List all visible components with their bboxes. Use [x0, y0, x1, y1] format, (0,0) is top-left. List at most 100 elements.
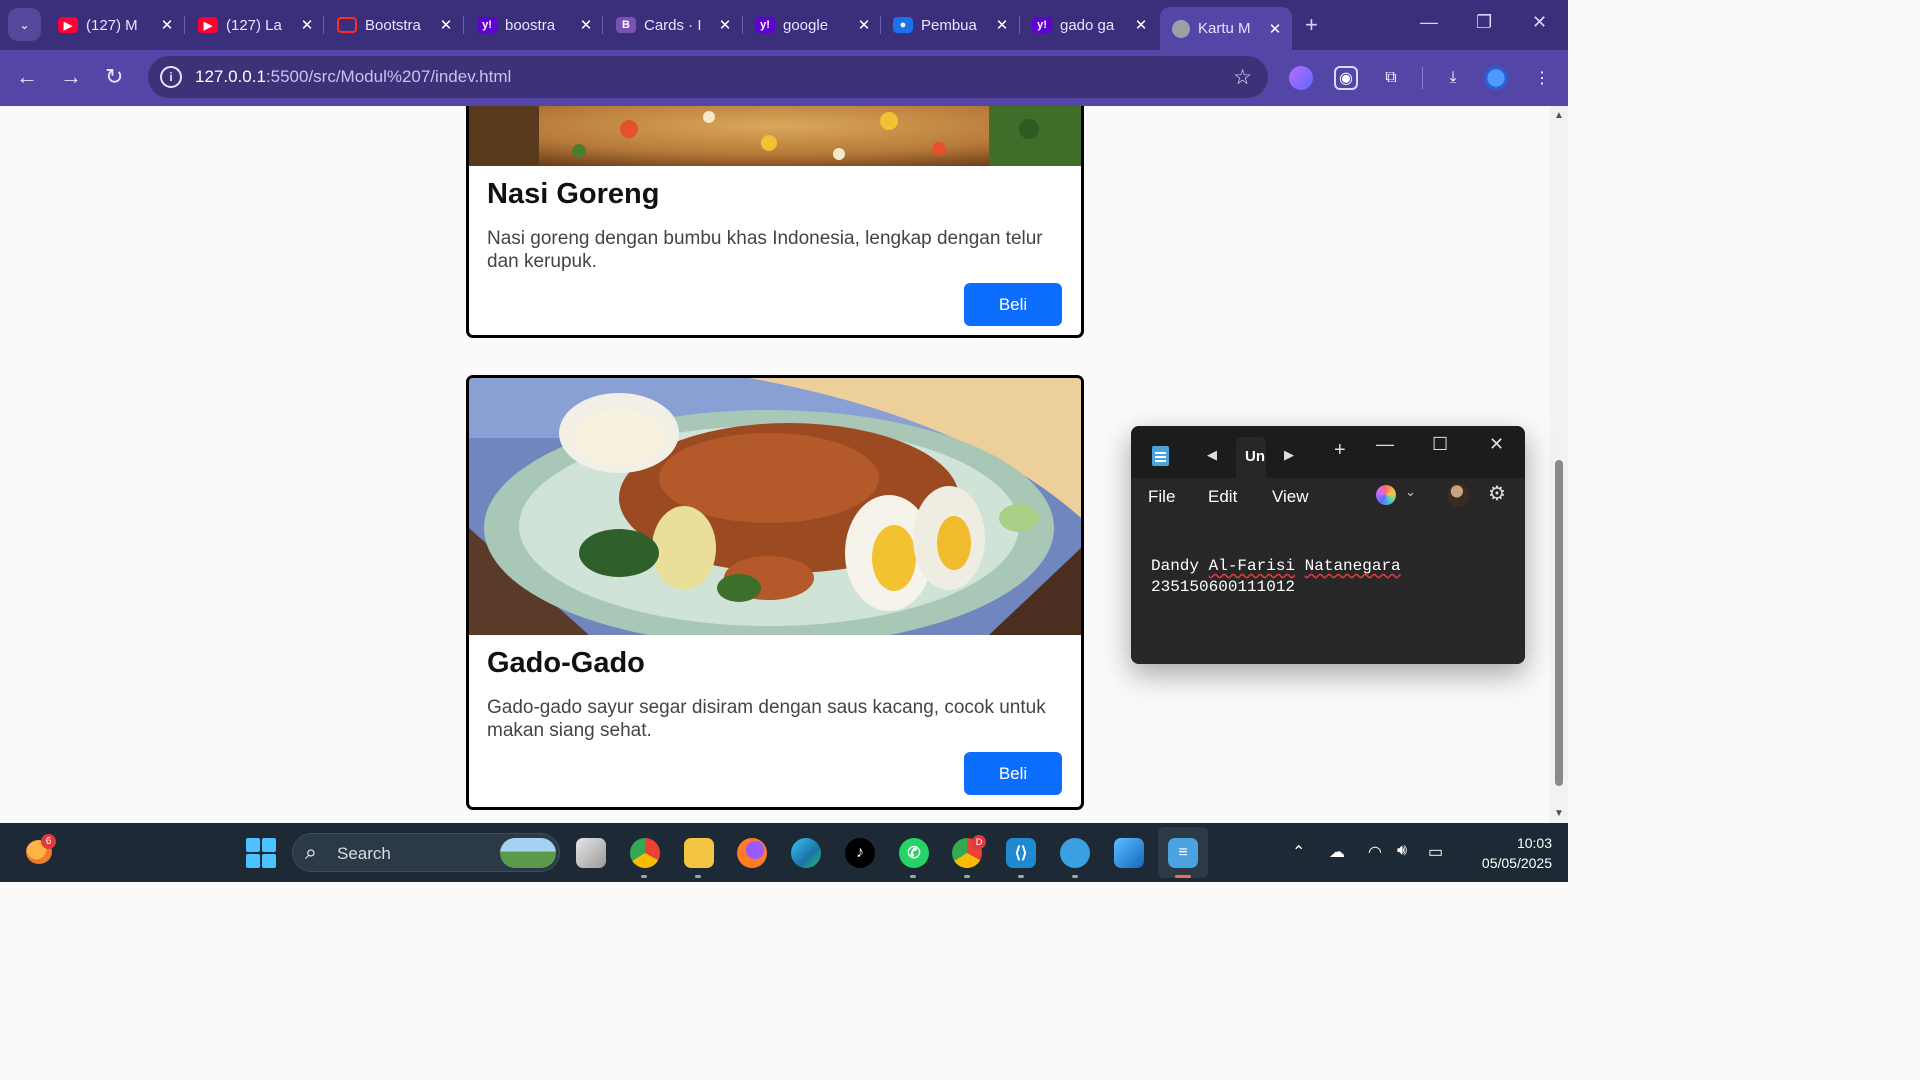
profile-avatar[interactable]	[1484, 66, 1508, 90]
search-icon: ⌕	[305, 841, 317, 864]
minimize-icon[interactable]: —	[1420, 12, 1438, 33]
volume-icon[interactable]: 🔊︎	[1397, 842, 1407, 860]
vscode-icon[interactable]: ⟨⟩	[1006, 838, 1036, 868]
browser-tab-active[interactable]: Kartu M ✕	[1160, 7, 1292, 50]
extensions-puzzle-icon[interactable]: ⧉	[1379, 66, 1403, 90]
screen-capture-icon[interactable]: ◉	[1334, 66, 1358, 90]
menu-view[interactable]: View	[1272, 487, 1309, 507]
reload-icon[interactable]: ↻	[105, 64, 123, 90]
app-icon[interactable]	[1060, 838, 1090, 868]
maximize-icon[interactable]: ☐	[1432, 434, 1448, 455]
browser-tab[interactable]: ● Pembua ✕	[881, 8, 1019, 42]
browser-tab[interactable]: y! boostra ✕	[465, 8, 603, 42]
scrollbar-thumb[interactable]	[1555, 460, 1563, 786]
page-scrollbar[interactable]: ▲ ▼	[1550, 106, 1568, 823]
tab-label: google	[783, 16, 829, 34]
browser-tab[interactable]: ▶ (127) M ✕	[46, 8, 184, 42]
notepad-tab[interactable]: Un	[1236, 437, 1266, 478]
close-window-icon[interactable]: ✕	[1532, 12, 1547, 33]
text-line: Dandy Al-Farisi Natanegara	[1151, 556, 1525, 577]
text-segment: Dandy	[1151, 557, 1209, 575]
laravel-icon	[337, 17, 357, 33]
browser-tab[interactable]: y! gado ga ✕	[1020, 8, 1158, 42]
taskbar-search-box[interactable]: ⌕ Search	[292, 833, 560, 872]
browser-tab[interactable]: B Cards · I ✕	[604, 8, 742, 42]
browser-tab[interactable]: ▶ (127) La ✕	[186, 8, 324, 42]
tab-separator	[602, 16, 603, 34]
close-tab-icon[interactable]: ✕	[298, 16, 316, 34]
task-view-icon[interactable]	[576, 838, 606, 868]
close-tab-icon[interactable]: ✕	[1132, 16, 1150, 34]
restore-icon[interactable]: ❐	[1476, 12, 1492, 33]
scroll-up-arrow-icon[interactable]: ▲	[1554, 110, 1564, 121]
onedrive-cloud-icon[interactable]: ☁	[1329, 842, 1345, 862]
whatsapp-icon[interactable]: ✆	[899, 838, 929, 868]
close-tab-icon[interactable]: ✕	[855, 16, 873, 34]
back-arrow-icon[interactable]: ←	[16, 64, 38, 90]
menu-edit[interactable]: Edit	[1208, 487, 1237, 507]
new-tab-plus-icon[interactable]: +	[1334, 439, 1346, 462]
search-highlight-image	[500, 838, 556, 868]
close-tab-icon[interactable]: ✕	[716, 16, 734, 34]
tab-separator	[184, 16, 185, 34]
copilot-icon[interactable]	[1376, 485, 1396, 505]
new-tab-plus-icon[interactable]: +	[1305, 12, 1318, 38]
tab-search-menu-button[interactable]: ⌄	[8, 8, 41, 41]
url-text[interactable]: 127.0.0.1:5500/src/Modul%207/indev.html	[195, 67, 511, 87]
edge-icon[interactable]	[791, 838, 821, 868]
address-bar[interactable]: i 127.0.0.1:5500/src/Modul%207/indev.htm…	[148, 56, 1268, 98]
food-card: Nasi Goreng Nasi goreng dengan bumbu kha…	[466, 106, 1084, 338]
tab-scroll-right-icon[interactable]: ▶	[1284, 447, 1294, 463]
scroll-down-arrow-icon[interactable]: ▼	[1554, 808, 1564, 819]
tab-scroll-left-icon[interactable]: ◀	[1207, 447, 1217, 463]
close-tab-icon[interactable]: ✕	[577, 16, 595, 34]
running-indicator	[1018, 875, 1024, 878]
notepad-app-icon	[1152, 446, 1169, 466]
ai-extension-icon[interactable]	[1289, 66, 1313, 90]
close-tab-icon[interactable]: ✕	[437, 16, 455, 34]
browser-tab[interactable]: Bootstra ✕	[325, 8, 463, 42]
paint-icon[interactable]	[1114, 838, 1144, 868]
tiktok-icon[interactable]: ♪	[845, 838, 875, 868]
start-windows-icon[interactable]	[246, 838, 276, 868]
show-hidden-icons-chevron-icon[interactable]: ⌃	[1292, 842, 1305, 862]
clock-date: 05/05/2025	[1481, 855, 1552, 871]
gear-icon[interactable]: ⚙	[1488, 481, 1506, 506]
chevron-down-icon: ⌄	[19, 17, 30, 32]
notepad-text-area[interactable]: Dandy Al-Farisi Natanegara 2351506001110…	[1131, 516, 1525, 664]
wifi-icon[interactable]: ◠	[1368, 842, 1382, 862]
forward-arrow-icon[interactable]: →	[60, 64, 82, 90]
bookmark-star-icon[interactable]: ☆	[1233, 65, 1252, 90]
notepad-title-bar: ◀ Un ▶ + — ☐ ✕	[1131, 426, 1525, 478]
close-window-icon[interactable]: ✕	[1489, 434, 1504, 455]
tab-label: Cards · I	[644, 16, 702, 34]
misspelled-word: Natanegara	[1304, 557, 1401, 575]
misspelled-word: Al-Farisi	[1208, 557, 1296, 575]
card-description: Nasi goreng dengan bumbu khas Indonesia,…	[487, 228, 1043, 272]
site-info-icon[interactable]: i	[160, 66, 182, 88]
more-menu-icon[interactable]: ⋮	[1530, 66, 1554, 90]
yahoo-icon: y!	[1032, 17, 1052, 33]
card-description: Gado-gado sayur segar disiram dengan sau…	[487, 697, 1046, 741]
account-avatar[interactable]	[1447, 483, 1469, 507]
notepad-taskbar-icon[interactable]: ≡	[1168, 838, 1198, 868]
menu-file[interactable]: File	[1148, 487, 1175, 507]
globe-icon	[1172, 19, 1190, 38]
system-clock[interactable]: 10:03 05/05/2025	[1462, 833, 1552, 873]
battery-icon[interactable]: ▭	[1428, 842, 1443, 862]
minimize-icon[interactable]: —	[1376, 434, 1394, 455]
toolbar-separator	[1422, 67, 1423, 89]
download-icon[interactable]: ⤓	[1441, 66, 1465, 90]
chevron-down-icon[interactable]: ⌄	[1405, 484, 1416, 500]
file-explorer-icon[interactable]	[684, 838, 714, 868]
firefox-icon[interactable]	[737, 838, 767, 868]
chrome-icon[interactable]	[630, 838, 660, 868]
buy-button[interactable]: Beli	[964, 283, 1062, 326]
close-tab-icon[interactable]: ✕	[1266, 20, 1284, 38]
close-tab-icon[interactable]: ✕	[158, 16, 176, 34]
running-indicator	[695, 875, 701, 878]
close-tab-icon[interactable]: ✕	[993, 16, 1011, 34]
youtube-icon: ▶	[58, 17, 78, 33]
browser-tab[interactable]: y! google ✕	[743, 8, 881, 42]
buy-button[interactable]: Beli	[964, 752, 1062, 795]
